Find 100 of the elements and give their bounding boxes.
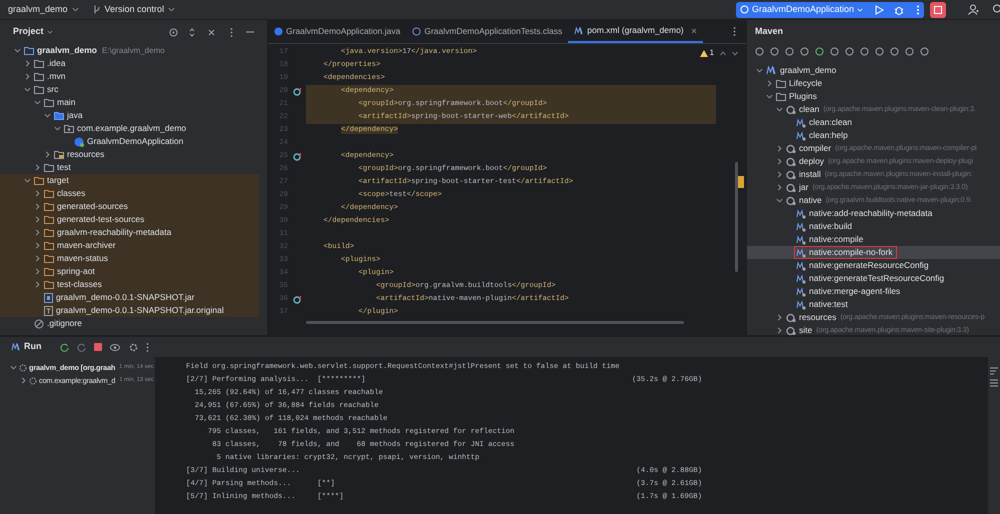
plugin-icon — [786, 156, 796, 166]
tree-item[interactable]: test-classes — [57, 278, 102, 291]
more-icon[interactable] — [230, 28, 233, 36]
project-name[interactable]: graalvm_demo — [8, 2, 68, 16]
tree-item[interactable]: java — [67, 109, 83, 122]
editor-tab[interactable]: GraalvmDemoApplication.java — [268, 20, 406, 43]
add-user-icon[interactable] — [968, 4, 979, 15]
ignore-file-icon — [34, 318, 44, 328]
stop-icon — [934, 6, 942, 14]
tree-item[interactable]: resources — [799, 311, 836, 324]
module-path: E:\graalvm_demo — [102, 44, 165, 56]
dropdown-caret-icon[interactable] — [72, 6, 79, 13]
editor-tab[interactable]: GraalvmDemoApplicationTests.class — [406, 20, 568, 43]
more-icon[interactable] — [916, 4, 920, 14]
tree-item[interactable]: graalvm_demo — [37, 44, 97, 57]
debug-icon[interactable] — [894, 4, 904, 14]
goal-icon — [796, 274, 806, 284]
more-icon[interactable] — [733, 27, 736, 36]
editor-tab[interactable]: pom.xml (graalvm_demo) — [568, 20, 703, 43]
tree-item[interactable]: native:generateTestResourceConfig — [809, 272, 944, 285]
scrollbar-thumb[interactable] — [735, 162, 738, 272]
tree-item[interactable]: .gitignore — [47, 317, 82, 330]
tree-item[interactable]: clean:clean — [809, 116, 852, 129]
tree-item[interactable]: install — [799, 168, 821, 181]
stop-button[interactable] — [930, 2, 946, 18]
next-icon[interactable] — [732, 50, 738, 56]
view-icon[interactable] — [110, 342, 120, 352]
tree-item[interactable]: graalvm-reachability-metadata — [57, 226, 172, 239]
rerun-failed-icon[interactable] — [76, 342, 86, 352]
tree-item[interactable]: target — [47, 174, 69, 187]
previous-icon[interactable] — [720, 50, 726, 56]
warning-count[interactable]: 1 — [700, 47, 714, 59]
tree-item[interactable]: graalvm_demo-0.0.1-SNAPSHOT.jar — [56, 291, 194, 304]
tree-item[interactable]: main — [57, 96, 76, 109]
tree-item[interactable]: site — [799, 324, 812, 335]
package-icon — [64, 124, 74, 133]
tree-item[interactable]: com.example.graalvm_demo — [77, 122, 186, 135]
tree-item[interactable]: resources — [67, 148, 104, 161]
tree-item[interactable]: clean:help — [809, 129, 848, 142]
tree-item[interactable]: maven-archiver — [57, 239, 116, 252]
tree-item[interactable]: generated-sources — [57, 200, 128, 213]
bean-gutter-icon[interactable] — [293, 88, 301, 96]
dropdown-caret-icon[interactable] — [168, 6, 176, 13]
tree-item[interactable]: graalvm_demo-0.0.1-SNAPSHOT.jar.original — [56, 304, 224, 317]
panel-title[interactable]: Project — [13, 25, 44, 39]
tree-item[interactable]: generated-test-sources — [57, 213, 144, 226]
dropdown-caret-icon[interactable] — [46, 29, 53, 35]
run-configuration-selector[interactable]: GraalvmDemoApplication — [740, 2, 863, 16]
tree-item[interactable]: native:build — [809, 220, 852, 233]
branch-icon[interactable] — [92, 5, 101, 14]
plugin-icon — [786, 170, 796, 180]
minimize-icon[interactable] — [246, 31, 254, 33]
wrap-icon[interactable] — [990, 367, 998, 375]
tree-item[interactable]: .idea — [47, 57, 66, 70]
scroll-marker — [738, 176, 744, 188]
goal-icon — [796, 260, 806, 270]
tab-label: pom.xml (graalvm_demo) — [587, 24, 684, 37]
plugin-icon — [786, 182, 796, 192]
dropdown-caret-icon — [857, 6, 863, 12]
tree-item[interactable]: .mvn — [47, 70, 66, 83]
tree-item[interactable]: native:test — [809, 298, 848, 311]
goal-icon — [796, 234, 806, 244]
goal-icon — [796, 222, 806, 232]
tree-item[interactable]: src — [47, 83, 58, 96]
class-icon — [74, 136, 84, 146]
tree-item[interactable]: test — [57, 161, 71, 174]
tree-item[interactable]: jar — [799, 181, 808, 194]
configuration-icon — [740, 5, 749, 14]
plugin-icon — [786, 312, 796, 322]
tree-item[interactable]: Lifecycle — [789, 77, 822, 90]
tree-item[interactable]: compiler — [799, 142, 832, 155]
scroll-end-icon[interactable] — [990, 379, 998, 387]
panel-title[interactable]: Run — [24, 340, 42, 354]
tree-item[interactable]: native:compile — [809, 233, 864, 246]
stop-icon[interactable] — [94, 343, 102, 351]
tree-item[interactable]: graalvm_demo — [780, 64, 836, 77]
tree-item[interactable]: spring-aot — [57, 265, 95, 278]
tree-item[interactable]: native:add-reachability-metadata — [809, 207, 932, 220]
goal-icon — [796, 130, 806, 140]
locate-icon[interactable] — [169, 28, 178, 36]
plugin-icon — [786, 144, 796, 154]
tab-label: GraalvmDemoApplicationTests.class — [424, 25, 562, 38]
tree-item[interactable]: Plugins — [789, 90, 817, 103]
tree-item[interactable]: native:generateResourceConfig — [809, 259, 929, 272]
more-icon[interactable] — [146, 342, 148, 352]
bean-gutter-icon[interactable] — [293, 296, 301, 304]
resources-folder-icon — [54, 150, 64, 159]
tree-item[interactable]: maven-status — [57, 252, 108, 265]
plugin-icon — [786, 196, 796, 206]
tree-item[interactable]: GraalvmDemoApplication — [87, 135, 184, 148]
tree-item[interactable]: native:merge-agent-files — [809, 285, 900, 298]
tree-item[interactable]: clean — [799, 103, 820, 116]
horizontal-scrollbar[interactable] — [306, 321, 684, 324]
tree-item[interactable]: classes — [57, 187, 86, 200]
expand-collapse-icon[interactable] — [189, 28, 195, 36]
tree-item[interactable]: deploy — [799, 155, 824, 168]
rerun-icon[interactable] — [60, 342, 68, 352]
version-control-menu[interactable]: Version control — [104, 2, 164, 16]
bean-gutter-icon[interactable] — [293, 152, 301, 160]
tree-item[interactable]: native — [799, 194, 822, 207]
